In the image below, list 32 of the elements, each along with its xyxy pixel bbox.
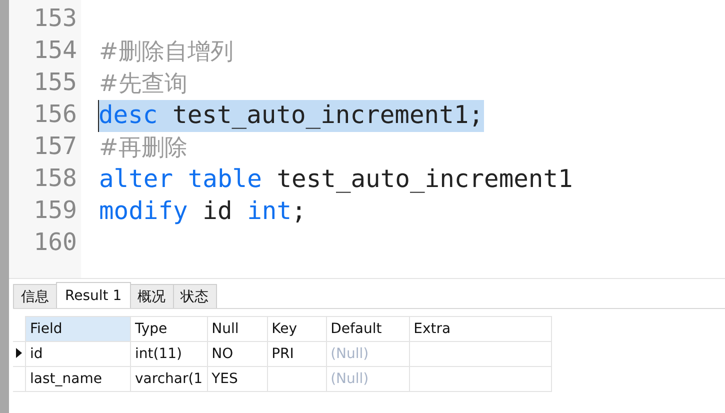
column-header[interactable]: Extra <box>409 316 552 342</box>
table-cell: YES <box>212 371 238 387</box>
result-tab[interactable]: 状态 <box>172 284 217 308</box>
line-number: 155 <box>32 68 78 98</box>
table-cell: varchar(1 <box>135 371 203 387</box>
line-number: 153 <box>32 4 78 34</box>
line-number: 160 <box>32 228 78 258</box>
code-line: #删除自增列 <box>99 38 234 67</box>
column-header[interactable]: Key <box>267 316 326 342</box>
column-header[interactable]: Null <box>207 316 268 342</box>
table-cell: last_name <box>30 371 102 387</box>
column-header[interactable]: Default <box>326 316 410 342</box>
code-line: #先查询 <box>99 70 188 99</box>
result-tab[interactable]: 概况 <box>130 284 174 308</box>
null-value: (Null) <box>330 371 369 387</box>
line-number: 159 <box>32 196 78 226</box>
table-cell: int(11) <box>135 346 182 362</box>
null-value: (Null) <box>330 346 369 362</box>
code-line: #再删除 <box>99 134 188 163</box>
column-header[interactable]: Type <box>130 316 208 342</box>
code-line: alter table test_auto_increment1 <box>99 164 573 195</box>
table-cell: NO <box>212 346 234 362</box>
line-number: 157 <box>32 132 78 162</box>
result-tab[interactable]: 信息 <box>13 284 57 308</box>
line-number: 158 <box>32 164 78 194</box>
column-header[interactable]: Field <box>26 316 130 342</box>
code-line: modify id int; <box>99 196 306 227</box>
row-pointer-icon <box>16 348 22 358</box>
table-cell: PRI <box>272 346 294 362</box>
table-cell: id <box>30 346 43 362</box>
line-number: 156 <box>32 100 78 130</box>
line-number: 154 <box>32 36 78 66</box>
